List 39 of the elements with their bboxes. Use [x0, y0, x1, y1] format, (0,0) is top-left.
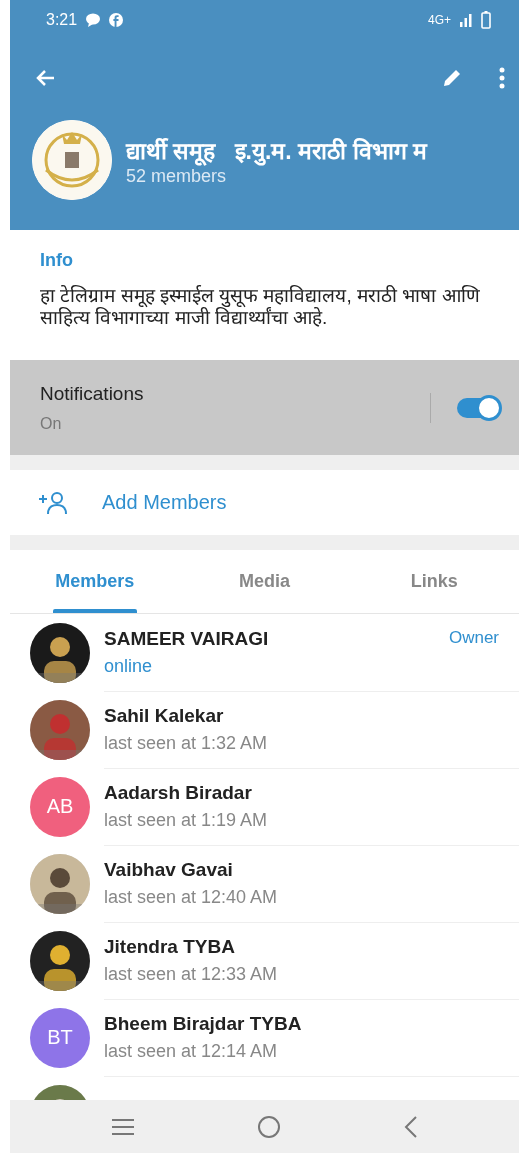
notifications-toggle[interactable] — [457, 397, 499, 418]
battery-icon — [481, 11, 491, 29]
chat-icon — [85, 13, 102, 27]
info-heading: Info — [40, 250, 74, 271]
recents-icon[interactable] — [111, 1117, 136, 1136]
member-count: 52 members — [126, 165, 228, 187]
member-status: last seen at 12:33 AM — [104, 963, 279, 985]
notifications-label: Notifications — [40, 382, 145, 405]
member-name: SAMEER VAIRAGI — [104, 627, 270, 650]
member-name: Bheem Birajdar TYBA — [104, 1012, 303, 1035]
status-time: 3:21 — [46, 11, 78, 29]
member-role: Owner — [448, 627, 499, 648]
back-icon[interactable] — [403, 1115, 418, 1138]
signal-icon — [459, 13, 473, 27]
member-status: last seen at 12:40 AM — [104, 886, 279, 908]
member-name: Vaibhav Gavai — [104, 858, 234, 881]
member-status: last seen at 1:19 AM — [104, 809, 269, 831]
notifications-value: On — [40, 414, 63, 433]
member-status: last seen at 12:14 AM — [104, 1040, 279, 1062]
initials-avatar: BT — [30, 1007, 90, 1068]
add-person-icon[interactable] — [38, 490, 68, 515]
group-title: द्यार्थी समूह इ.यु.म. मराठी विभाग म — [126, 136, 427, 166]
facebook-icon — [109, 13, 124, 27]
member-status: last seen at 1:32 AM — [104, 732, 269, 754]
initials-avatar: AB — [30, 776, 90, 837]
home-icon[interactable] — [257, 1114, 282, 1139]
member-name: Sahil Kalekar — [104, 704, 225, 727]
tab[interactable]: Media — [179, 550, 350, 613]
notifications-row[interactable]: Notifications On — [10, 360, 519, 455]
tab[interactable]: Links — [349, 550, 519, 613]
add-members-link[interactable]: Add Members — [102, 491, 227, 514]
group-description: हा टेलिग्राम समूह इस्माईल युसूफ महाविद्यालय, मराठी भाषा आणि साहित्य विभागाच्या माजी विद्यार्थ्यांचा आहे. — [40, 285, 481, 329]
group-logo-icon — [32, 120, 112, 200]
member-name: Jitendra TYBA — [104, 935, 236, 958]
more-menu-icon[interactable] — [499, 66, 505, 89]
network-type: 4G+ — [428, 13, 451, 27]
tab[interactable]: Members — [10, 550, 180, 613]
member-name: Aadarsh Biradar — [104, 781, 253, 804]
member-status: online — [104, 655, 154, 677]
